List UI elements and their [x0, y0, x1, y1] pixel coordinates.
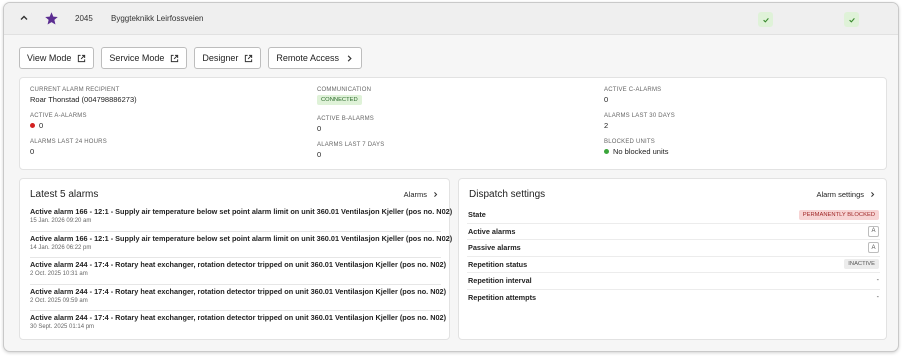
- a-alarms-label: Active A-alarms: [30, 113, 87, 119]
- dispatch-settings-card: Dispatch settings Alarm settings State P…: [458, 178, 887, 340]
- alarm-list: Active alarm 166 - 12:1 - Supply air tem…: [30, 205, 453, 338]
- latest-alarms-card: Latest 5 alarms Alarms Active alarm 166 …: [19, 178, 453, 340]
- active-alarms-row: Active alarms A: [467, 224, 880, 240]
- star-icon[interactable]: [44, 11, 59, 26]
- b-alarms-label: Active B-alarms: [317, 116, 375, 122]
- active-alarms-class-badge: A: [868, 225, 879, 237]
- repetition-interval-value: -: [876, 277, 879, 285]
- external-link-icon: [78, 54, 86, 62]
- site-name: Byggteknikk Leirfossveien: [111, 14, 204, 23]
- alarm-list-item[interactable]: Active alarm 166 - 12:1 - Supply air tem…: [30, 205, 453, 232]
- last7-value: 0: [317, 150, 322, 159]
- repetition-status-row: Repetition status INACTIVE: [467, 257, 880, 273]
- repetition-attempts-value: -: [876, 294, 879, 302]
- communication-label: Communication: [317, 87, 372, 93]
- recipient-value: Roar Thonstad (004798886273): [30, 95, 137, 104]
- external-link-icon: [245, 54, 253, 62]
- chevron-right-icon: [347, 54, 352, 62]
- blocked-label: Blocked units: [604, 139, 655, 145]
- blocked-value: No blocked units: [613, 147, 669, 156]
- remote-access-button[interactable]: Remote Access: [268, 47, 362, 69]
- check-icon: [762, 17, 769, 23]
- alarms-link-label: Alarms: [403, 190, 427, 199]
- last30-value: 2: [604, 121, 609, 130]
- blocked-row: No blocked units: [604, 147, 668, 156]
- state-row: State PERMANENTLY BLOCKED: [467, 207, 880, 224]
- last7-label: Alarms last 7 days: [317, 142, 385, 148]
- c-alarms-label: Active C-alarms: [604, 87, 662, 93]
- repetition-status-label: Repetition status: [468, 259, 528, 269]
- status-summary-card: Current alarm recipient Roar Thonstad (0…: [19, 77, 887, 170]
- designer-button[interactable]: Designer: [194, 47, 262, 69]
- external-link-icon: [171, 54, 179, 62]
- alarm-date: 30 Sept. 2025 01:14 pm: [30, 324, 95, 330]
- repetition-interval-label: Repetition interval: [468, 276, 532, 286]
- repetition-status-badge: INACTIVE: [844, 259, 879, 270]
- chevron-up-icon[interactable]: [19, 13, 29, 23]
- alarm-text: Active alarm 166 - 12:1 - Supply air tem…: [30, 233, 453, 243]
- alarm-text: Active alarm 166 - 12:1 - Supply air tem…: [30, 207, 453, 216]
- alarm-settings-link[interactable]: Alarm settings: [816, 190, 876, 199]
- designer-label: Designer: [202, 53, 239, 63]
- passive-alarms-row: Passive alarms A: [467, 240, 880, 257]
- alarm-settings-link-label: Alarm settings: [816, 190, 864, 199]
- a-alarms-value: 0: [39, 121, 44, 130]
- dispatch-rows: State PERMANENTLY BLOCKED Active alarms …: [467, 207, 880, 306]
- passive-alarms-class-badge: A: [868, 242, 879, 254]
- c-alarms-value: 0: [604, 95, 609, 104]
- state-badge: PERMANENTLY BLOCKED: [798, 209, 879, 220]
- repetition-attempts-row: Repetition attempts -: [467, 290, 880, 307]
- dispatch-title: Dispatch settings: [469, 189, 546, 200]
- active-alarms-label: Active alarms: [468, 226, 516, 236]
- site-id: 2045: [75, 14, 93, 23]
- alarm-text: Active alarm 244 - 17:4 - Rotary heat ex…: [30, 313, 447, 322]
- alarm-date: 14 Jan. 2026 06:22 pm: [30, 244, 92, 251]
- alarm-date: 15 Jan. 2026 09:20 am: [30, 218, 92, 224]
- green-dot-icon: [604, 149, 609, 154]
- alarm-date: 2 Oct. 2025 09:59 am: [30, 297, 88, 304]
- chevron-right-icon: [871, 192, 875, 197]
- view-mode-button[interactable]: View Mode: [19, 47, 95, 69]
- remote-access-label: Remote Access: [276, 53, 339, 63]
- alarm-text: Active alarm 244 - 17:4 - Rotary heat ex…: [30, 286, 447, 296]
- alarm-list-item[interactable]: Active alarm 244 - 17:4 - Rotary heat ex…: [30, 311, 447, 338]
- connected-badge: CONNECTED: [317, 95, 362, 105]
- alarms-link[interactable]: Alarms: [404, 190, 439, 199]
- last24-value: 0: [30, 147, 35, 156]
- last30-label: Alarms last 30 days: [604, 113, 675, 119]
- recipient-label: Current alarm recipient: [30, 87, 120, 93]
- site-header[interactable]: 2045 Byggteknikk Leirfossveien: [4, 3, 898, 35]
- red-dot-icon: [30, 123, 35, 128]
- repetition-attempts-label: Repetition attempts: [468, 293, 537, 303]
- latest-alarms-title: Latest 5 alarms: [30, 189, 99, 200]
- chevron-right-icon: [434, 192, 438, 197]
- service-mode-label: Service Mode: [109, 53, 165, 63]
- mode-button-row: View Mode Service Mode Designer Remote A…: [19, 47, 362, 69]
- status-check-badge: [844, 12, 859, 27]
- check-icon: [848, 17, 855, 23]
- passive-alarms-label: Passive alarms: [468, 243, 521, 253]
- status-check-badge: [758, 12, 773, 27]
- alarm-text: Active alarm 244 - 17:4 - Rotary heat ex…: [30, 260, 447, 269]
- alarm-list-item[interactable]: Active alarm 244 - 17:4 - Rotary heat ex…: [30, 258, 447, 285]
- repetition-interval-row: Repetition interval -: [467, 273, 880, 290]
- last24-label: Alarms last 24 hours: [30, 139, 107, 145]
- site-panel: 2045 Byggteknikk Leirfossveien View Mode…: [3, 2, 899, 352]
- alarm-list-item[interactable]: Active alarm 244 - 17:4 - Rotary heat ex…: [30, 285, 447, 311]
- alarm-list-item[interactable]: Active alarm 166 - 12:1 - Supply air tem…: [30, 232, 453, 258]
- a-alarms-row: 0: [30, 121, 87, 130]
- state-label: State: [468, 210, 486, 220]
- alarm-date: 2 Oct. 2025 10:31 am: [30, 271, 88, 277]
- b-alarms-value: 0: [317, 124, 322, 133]
- service-mode-button[interactable]: Service Mode: [101, 47, 188, 69]
- view-mode-label: View Mode: [27, 53, 72, 63]
